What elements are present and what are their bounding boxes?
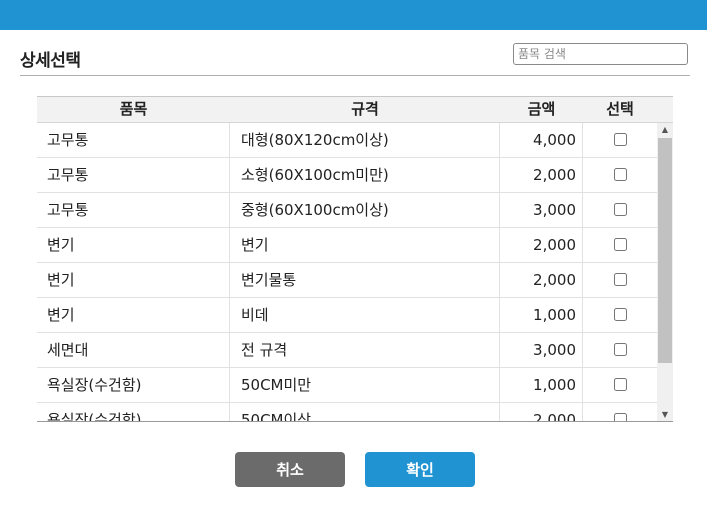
cell-spec: 대형(80X120cm이상)	[230, 123, 500, 157]
cell-select	[583, 298, 657, 332]
cell-price: 4,000	[500, 123, 583, 157]
cell-item: 욕실장(수건함)	[37, 403, 230, 421]
grid-scrollbar[interactable]: ▲ ▼	[657, 123, 673, 421]
select-checkbox[interactable]	[613, 238, 627, 251]
scrollbar-thumb[interactable]	[658, 138, 672, 363]
table-row[interactable]: 세면대 전 규격 3,000	[37, 333, 657, 368]
cell-price: 2,000	[500, 263, 583, 297]
cell-item: 고무통	[37, 123, 230, 157]
scroll-down-arrow-icon[interactable]: ▼	[657, 408, 673, 421]
header-spec[interactable]: 규격	[230, 97, 500, 122]
cell-price: 2,000	[500, 158, 583, 192]
header-select[interactable]: 선택	[583, 97, 657, 122]
table-row[interactable]: 변기 변기 2,000	[37, 228, 657, 263]
cell-select	[583, 228, 657, 262]
select-checkbox[interactable]	[613, 378, 627, 391]
cell-spec: 소형(60X100cm미만)	[230, 158, 500, 192]
cell-spec: 변기물통	[230, 263, 500, 297]
header-item[interactable]: 품목	[37, 97, 230, 122]
cell-select	[583, 333, 657, 367]
select-checkbox[interactable]	[613, 168, 627, 181]
cell-select	[583, 123, 657, 157]
select-checkbox[interactable]	[613, 273, 627, 286]
cell-select	[583, 368, 657, 402]
cell-item: 변기	[37, 298, 230, 332]
cell-spec: 중형(60X100cm이상)	[230, 193, 500, 227]
cell-select	[583, 403, 657, 421]
select-checkbox[interactable]	[613, 133, 627, 146]
table-row[interactable]: 고무통 대형(80X120cm이상) 4,000	[37, 123, 657, 158]
confirm-button[interactable]: 확인	[365, 452, 475, 487]
cell-price: 2,000	[500, 228, 583, 262]
cell-item: 세면대	[37, 333, 230, 367]
cell-item: 변기	[37, 263, 230, 297]
table-row[interactable]: 욕실장(수건함) 50CM이상 2,000	[37, 403, 657, 421]
grid-header: 품목 규격 금액 선택	[37, 97, 673, 123]
item-search-input[interactable]	[513, 43, 688, 65]
item-grid: 품목 규격 금액 선택 고무통 대형(80X120cm이상) 4,000 고무통…	[37, 96, 673, 422]
cell-spec: 변기	[230, 228, 500, 262]
cell-select	[583, 158, 657, 192]
cell-price: 1,000	[500, 368, 583, 402]
cell-item: 고무통	[37, 193, 230, 227]
table-row[interactable]: 욕실장(수건함) 50CM미만 1,000	[37, 368, 657, 403]
table-row[interactable]: 고무통 중형(60X100cm이상) 3,000	[37, 193, 657, 228]
dialog-title: 상세선택	[20, 51, 81, 71]
cell-select	[583, 193, 657, 227]
cell-price: 1,000	[500, 298, 583, 332]
cell-item: 변기	[37, 228, 230, 262]
cell-spec: 비데	[230, 298, 500, 332]
cancel-button[interactable]: 취소	[235, 452, 345, 487]
cell-spec: 50CM이상	[230, 403, 500, 421]
select-checkbox[interactable]	[613, 343, 627, 356]
cell-price: 2,000	[500, 403, 583, 421]
grid-body: 고무통 대형(80X120cm이상) 4,000 고무통 소형(60X100cm…	[37, 123, 657, 421]
table-row[interactable]: 변기 비데 1,000	[37, 298, 657, 333]
table-row[interactable]: 고무통 소형(60X100cm미만) 2,000	[37, 158, 657, 193]
cell-price: 3,000	[500, 333, 583, 367]
cell-item: 욕실장(수건함)	[37, 368, 230, 402]
cell-item: 고무통	[37, 158, 230, 192]
select-checkbox[interactable]	[613, 413, 627, 421]
table-row[interactable]: 변기 변기물통 2,000	[37, 263, 657, 298]
header-price[interactable]: 금액	[500, 97, 583, 122]
dialog-top-bar	[0, 0, 707, 30]
cell-price: 3,000	[500, 193, 583, 227]
scroll-up-arrow-icon[interactable]: ▲	[657, 123, 673, 137]
title-divider	[20, 75, 690, 76]
cell-spec: 50CM미만	[230, 368, 500, 402]
select-checkbox[interactable]	[613, 203, 627, 216]
cell-spec: 전 규격	[230, 333, 500, 367]
cell-select	[583, 263, 657, 297]
select-checkbox[interactable]	[613, 308, 627, 321]
